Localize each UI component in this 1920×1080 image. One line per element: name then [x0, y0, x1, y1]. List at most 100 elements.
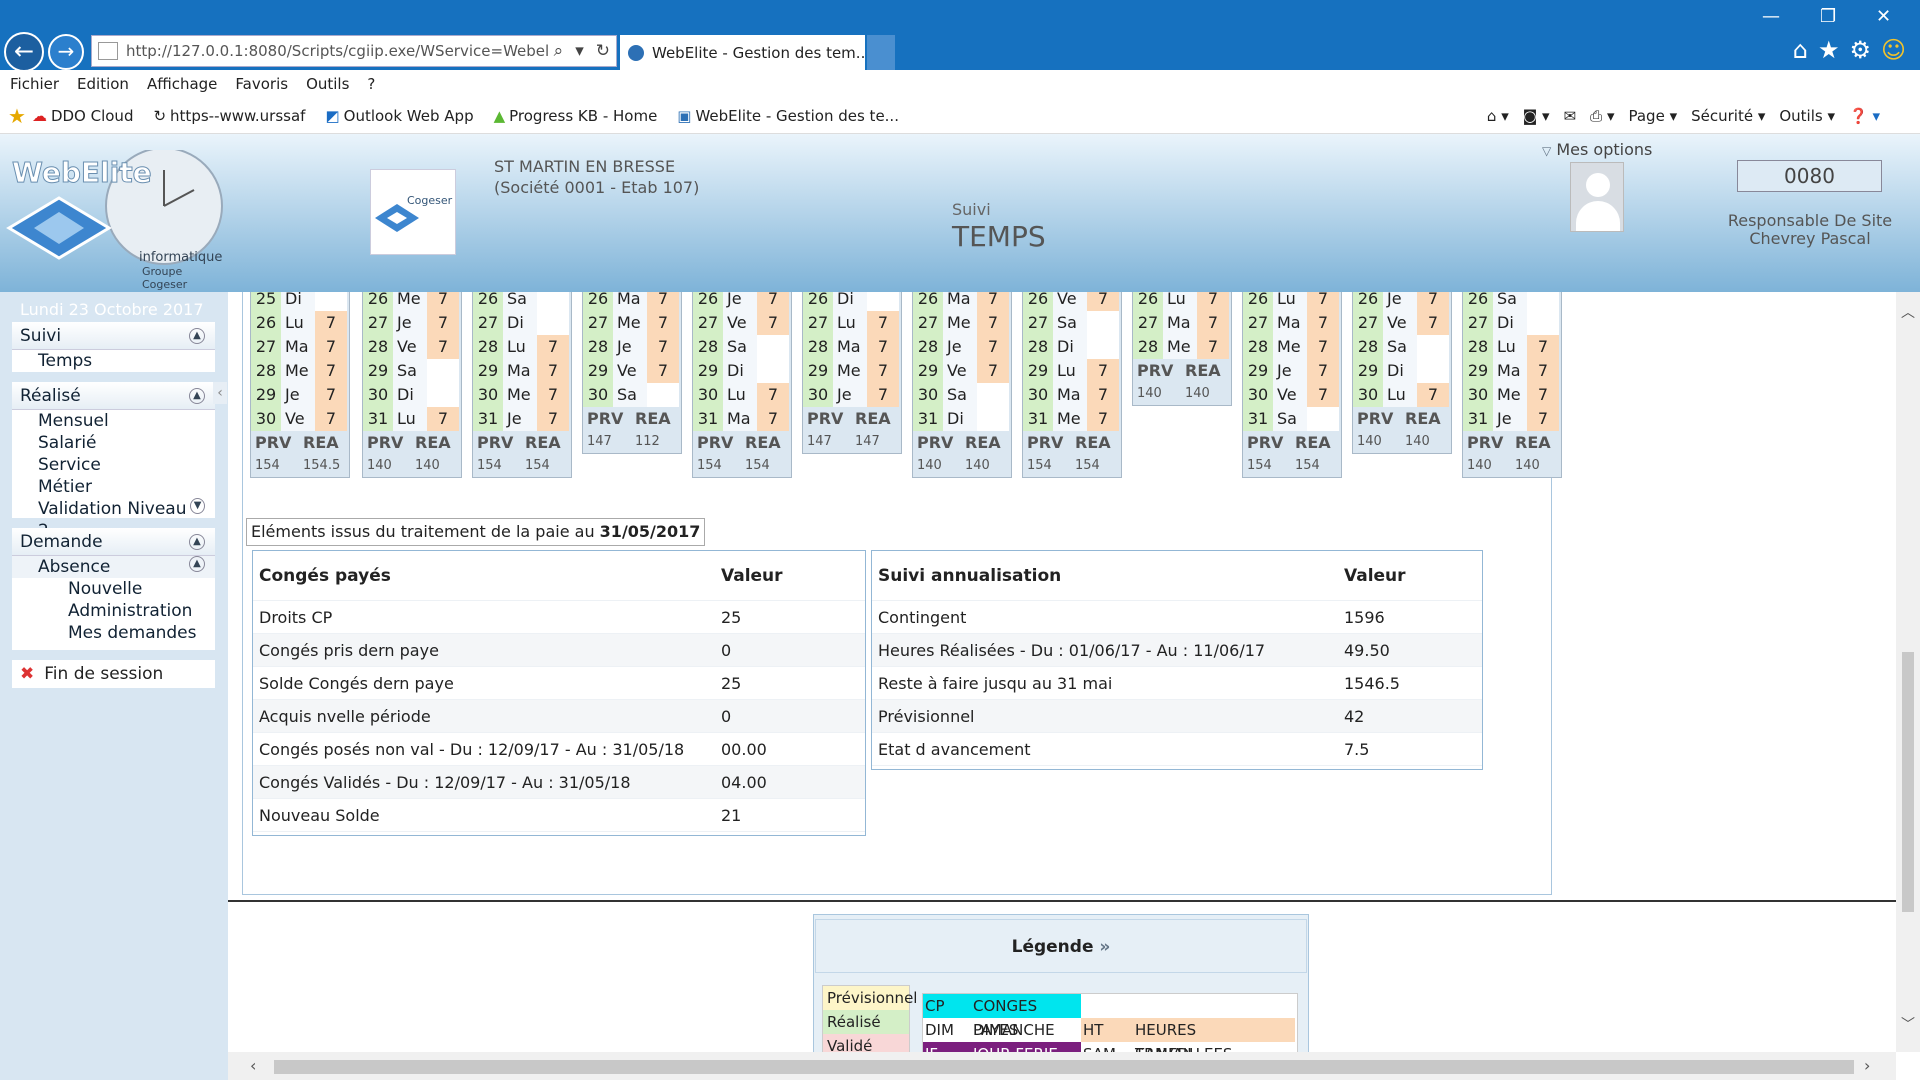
sidebar-collapse-button[interactable]: ‹: [213, 382, 227, 404]
calendar-day[interactable]: 30 Ve 7: [1243, 383, 1341, 407]
sidebar-item-temps[interactable]: Temps: [12, 350, 215, 372]
smiley-icon[interactable]: ☺: [1881, 36, 1906, 64]
gear-icon[interactable]: ⚙: [1849, 36, 1871, 64]
horizontal-scrollbar[interactable]: ‹ ›: [228, 1052, 1896, 1080]
chevron-down-icon[interactable]: ▼: [190, 498, 205, 514]
calendar-day[interactable]: 27 Me 7: [913, 311, 1011, 335]
favorites-star-icon[interactable]: ★: [8, 104, 26, 128]
calendar-day[interactable]: 28 Ve 7: [363, 335, 461, 359]
new-tab-button[interactable]: [867, 35, 895, 70]
menu-fichier[interactable]: Fichier: [10, 75, 59, 93]
calendar-day[interactable]: 25 Di: [251, 292, 349, 311]
sidebar-head-demande[interactable]: Demande ▲: [12, 528, 215, 556]
browser-tab[interactable]: WebElite - Gestion des tem... ✕: [620, 35, 883, 70]
calendar-day[interactable]: 30 Sa: [913, 383, 1011, 407]
calendar-day[interactable]: 31 Je 7: [473, 407, 571, 431]
home-icon[interactable]: ⌂: [1793, 36, 1808, 64]
calendar-day[interactable]: 26 Lu 7: [251, 311, 349, 335]
rss-icon[interactable]: ◙ ▾: [1523, 107, 1550, 125]
calendar-day[interactable]: 29 Je 7: [1243, 359, 1341, 383]
calendar-day[interactable]: 27 Ve 7: [1353, 311, 1451, 335]
calendar-day[interactable]: 26 Je 7: [693, 292, 791, 311]
calendar-day[interactable]: 28 Me 7: [251, 359, 349, 383]
legend-title[interactable]: Légende »: [815, 919, 1307, 973]
scroll-right-icon[interactable]: ›: [1864, 1056, 1870, 1075]
calendar-day[interactable]: 27 Sa: [1023, 311, 1121, 335]
calendar-day[interactable]: 29 Ma 7: [473, 359, 571, 383]
calendar-day[interactable]: 27 Ma 7: [1243, 311, 1341, 335]
fav-outlook[interactable]: ◩ Outlook Web App: [319, 107, 473, 125]
page-menu[interactable]: Page ▾: [1628, 107, 1677, 125]
calendar-day[interactable]: 27 Ma 7: [1133, 311, 1231, 335]
menu-favoris[interactable]: Favoris: [235, 75, 288, 93]
forward-button[interactable]: →: [48, 34, 84, 70]
calendar-day[interactable]: 28 Ma 7: [803, 335, 901, 359]
calendar-day[interactable]: 29 Je 7: [251, 383, 349, 407]
calendar-day[interactable]: 29 Sa: [363, 359, 461, 383]
search-icon[interactable]: ⌕: [554, 41, 564, 61]
options-menu[interactable]: ▽ Mes options: [1542, 140, 1652, 159]
calendar-day[interactable]: 26 Lu 7: [1133, 292, 1231, 311]
star-icon[interactable]: ★: [1818, 36, 1840, 64]
help-icon[interactable]: ❓ ▾: [1849, 107, 1880, 125]
refresh-icon[interactable]: ↻: [596, 41, 610, 61]
calendar-day[interactable]: 28 Je 7: [913, 335, 1011, 359]
calendar-day[interactable]: 31 Lu 7: [363, 407, 461, 431]
calendar-day[interactable]: 26 Ma 7: [913, 292, 1011, 311]
close-button[interactable]: ✕: [1876, 6, 1891, 27]
logout-button[interactable]: ✖ Fin de session: [12, 660, 215, 688]
sidebar-item-administration[interactable]: Administration: [12, 600, 215, 622]
calendar-day[interactable]: 31 Sa: [1243, 407, 1341, 431]
calendar-day[interactable]: 28 Je 7: [583, 335, 681, 359]
print-icon[interactable]: ⎙ ▾: [1590, 107, 1614, 125]
scroll-up-icon[interactable]: ︿: [1901, 302, 1915, 322]
calendar-day[interactable]: 28 Lu 7: [473, 335, 571, 359]
calendar-day[interactable]: 30 Sa: [583, 383, 681, 407]
menu-edition[interactable]: Edition: [77, 75, 129, 93]
fav-webelite[interactable]: ▣ WebElite - Gestion des te...: [671, 107, 899, 125]
vertical-scrollbar[interactable]: ︿ ﹀: [1896, 292, 1920, 1052]
scroll-thumb[interactable]: [1902, 652, 1914, 912]
calendar-day[interactable]: 26 Lu 7: [1243, 292, 1341, 311]
scroll-left-icon[interactable]: ‹: [250, 1056, 256, 1075]
sidebar-item-metier[interactable]: Métier: [12, 476, 215, 498]
calendar-day[interactable]: 26 Me 7: [363, 292, 461, 311]
sidebar-item-nouvelle[interactable]: Nouvelle: [12, 578, 215, 600]
chevron-up-icon[interactable]: ▲: [189, 556, 205, 572]
mail-icon[interactable]: ✉: [1564, 107, 1577, 125]
address-bar[interactable]: http://127.0.0.1:8080/Scripts/cgiip.exe/…: [91, 35, 617, 67]
calendar-day[interactable]: 30 Di: [363, 383, 461, 407]
fav-progress-kb[interactable]: ▲ Progress KB - Home: [488, 107, 658, 125]
calendar-day[interactable]: 30 Je 7: [803, 383, 901, 407]
calendar-day[interactable]: 29 Ve 7: [583, 359, 681, 383]
calendar-day[interactable]: 31 Ma 7: [693, 407, 791, 431]
calendar-day[interactable]: 30 Ma 7: [1023, 383, 1121, 407]
calendar-day[interactable]: 31 Je 7: [1463, 407, 1561, 431]
sidebar-head-suivi[interactable]: Suivi ▲: [12, 322, 215, 350]
menu-help[interactable]: ?: [367, 75, 375, 93]
calendar-day[interactable]: 28 Me 7: [1243, 335, 1341, 359]
chevron-up-icon[interactable]: ▲: [189, 327, 205, 344]
calendar-day[interactable]: 26 Sa: [473, 292, 571, 311]
calendar-day[interactable]: 29 Ma 7: [1463, 359, 1561, 383]
tools-menu[interactable]: Outils ▾: [1779, 107, 1835, 125]
calendar-day[interactable]: 30 Ve 7: [251, 407, 349, 431]
calendar-day[interactable]: 29 Me 7: [803, 359, 901, 383]
calendar-day[interactable]: 26 Di: [803, 292, 901, 311]
calendar-day[interactable]: 29 Di: [1353, 359, 1451, 383]
sidebar-item-salarie[interactable]: Salarié: [12, 432, 215, 454]
calendar-day[interactable]: 30 Me 7: [1463, 383, 1561, 407]
calendar-day[interactable]: 30 Me 7: [473, 383, 571, 407]
calendar-day[interactable]: 27 Ma 7: [251, 335, 349, 359]
calendar-day[interactable]: 31 Di: [913, 407, 1011, 431]
calendar-day[interactable]: 29 Ve 7: [913, 359, 1011, 383]
calendar-day[interactable]: 30 Lu 7: [693, 383, 791, 407]
calendar-day[interactable]: 28 Di: [1023, 335, 1121, 359]
calendar-day[interactable]: 26 Ma 7: [583, 292, 681, 311]
sidebar-head-realise[interactable]: Réalisé ▲: [12, 382, 215, 410]
menu-affichage[interactable]: Affichage: [147, 75, 217, 93]
sidebar-item-absence[interactable]: Absence ▲: [12, 556, 215, 578]
calendar-day[interactable]: 27 Je 7: [363, 311, 461, 335]
menu-outils[interactable]: Outils: [306, 75, 349, 93]
calendar-day[interactable]: 27 Lu 7: [803, 311, 901, 335]
